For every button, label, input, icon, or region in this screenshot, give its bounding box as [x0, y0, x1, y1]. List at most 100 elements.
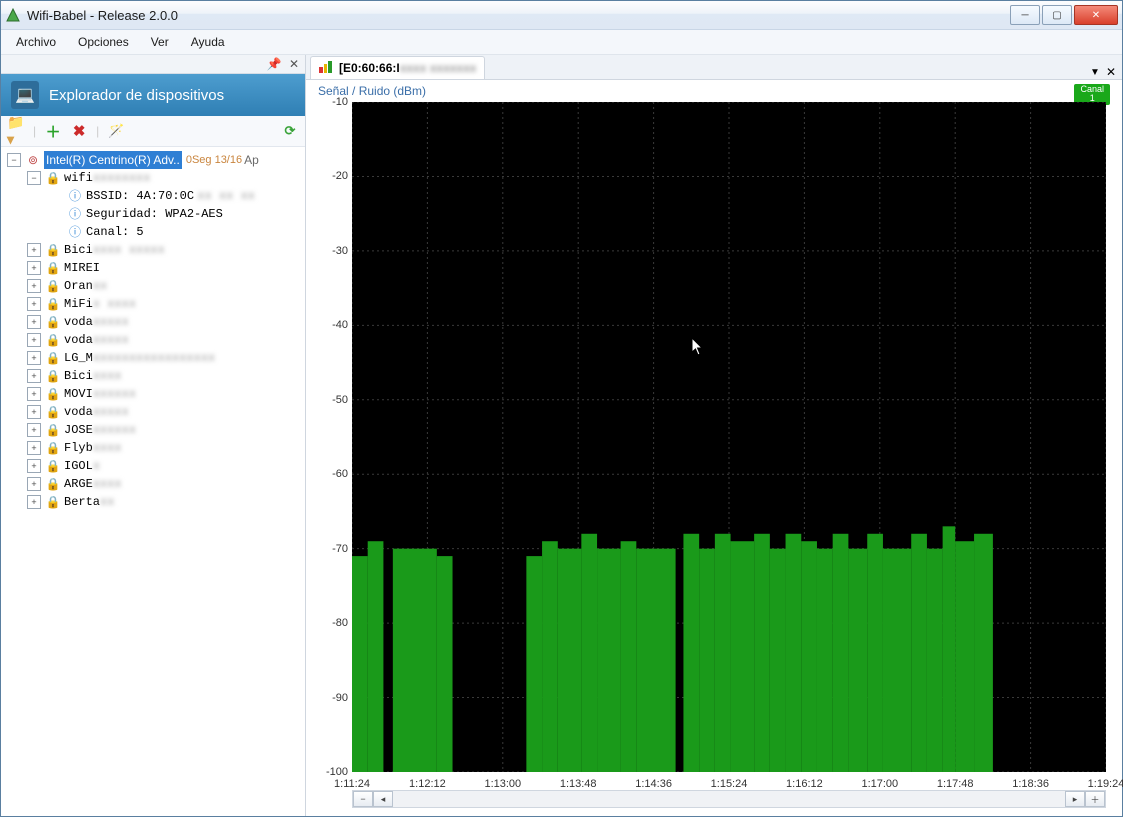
adapter-meta: 0Seg 13/16 — [186, 151, 242, 169]
lock-icon: 🔒 — [45, 170, 61, 186]
menu-opciones[interactable]: Opciones — [69, 31, 138, 53]
scroll-right-button[interactable]: ▸ — [1065, 791, 1085, 807]
tree-network-item[interactable]: +🔒ARGExxxx — [3, 475, 303, 493]
expand-icon[interactable]: + — [27, 297, 41, 311]
x-axis-tick: 1:14:36 — [635, 778, 672, 790]
title-bar[interactable]: Wifi-Babel - Release 2.0.0 ─ ▢ ✕ — [1, 1, 1122, 30]
tree-network-item[interactable]: +🔒Flybxxxx — [3, 439, 303, 457]
tree-network-item[interactable]: +🔒Bicixxxx xxxxx — [3, 241, 303, 259]
pin-icon[interactable]: 📌 — [267, 57, 281, 71]
tree-security[interactable]: ⓘ Seguridad: WPA2-AES — [3, 205, 303, 223]
expand-icon[interactable]: + — [27, 261, 41, 275]
lock-icon: 🔒 — [45, 458, 61, 474]
pane-close-icon[interactable]: ✕ — [287, 57, 301, 71]
bssid-label: BSSID: 4A:70:0C — [86, 187, 194, 205]
chart-tab[interactable]: [E0:60:66:Ixxxx xxxxxxx — [310, 56, 485, 79]
collapse-icon[interactable]: − — [27, 171, 41, 185]
lock-icon: 🔒 — [45, 314, 61, 330]
lock-icon: 🔒 — [45, 260, 61, 276]
expand-icon[interactable]: + — [27, 333, 41, 347]
expand-icon[interactable]: + — [27, 351, 41, 365]
tree-network-item[interactable]: +🔒vodaxxxxx — [3, 403, 303, 421]
info-icon: ⓘ — [67, 188, 83, 204]
expand-icon[interactable]: + — [27, 459, 41, 473]
network-name: voda — [64, 313, 93, 331]
device-explorer-pane: 📌 ✕ 💻 Explorador de dispositivos 📁▾ | ＋ … — [1, 55, 306, 816]
lock-icon: 🔒 — [45, 332, 61, 348]
tab-dropdown-icon[interactable]: ▼ — [1090, 67, 1100, 78]
network-name: Bici — [64, 367, 93, 385]
network-name: LG_M — [64, 349, 93, 367]
y-axis-tick: -10 — [306, 96, 348, 108]
menu-bar: Archivo Opciones Ver Ayuda — [1, 30, 1122, 55]
tree-network-item[interactable]: +🔒vodaxxxxx — [3, 313, 303, 331]
tree-adapter-node[interactable]: − ⊚ Intel(R) Centrino(R) Adv.. 0Seg 13/1… — [3, 151, 303, 169]
chart-scrollbar[interactable]: − ◂ ▸ ＋ — [352, 790, 1106, 808]
network-name: Oran — [64, 277, 93, 295]
lock-icon: 🔒 — [45, 296, 61, 312]
scroll-minus-button[interactable]: − — [353, 791, 373, 807]
expand-icon[interactable]: + — [27, 387, 41, 401]
expand-icon[interactable]: + — [27, 477, 41, 491]
tree-network-item[interactable]: +🔒MOVIxxxxxx — [3, 385, 303, 403]
tree-network-item[interactable]: +🔒LG_Mxxxxxxxxxxxxxxxxx — [3, 349, 303, 367]
close-button[interactable]: ✕ — [1074, 5, 1118, 25]
tree-network-item[interactable]: + 🔒MIREI — [3, 259, 303, 277]
tab-close-icon[interactable]: ✕ — [1106, 65, 1116, 79]
channel-label: Canal: 5 — [86, 223, 144, 241]
network-name: voda — [64, 331, 93, 349]
pane-header: 💻 Explorador de dispositivos — [1, 74, 305, 116]
chart-pane: [E0:60:66:Ixxxx xxxxxxx ▼ ✕ Señal / Ruid… — [306, 55, 1122, 816]
lock-icon: 🔒 — [45, 494, 61, 510]
expand-icon[interactable]: + — [27, 405, 41, 419]
refresh-icon[interactable]: ⟳ — [281, 122, 299, 140]
folder-icon[interactable]: 📁▾ — [7, 122, 25, 140]
tree-channel[interactable]: ⓘ Canal: 5 — [3, 223, 303, 241]
info-icon: ⓘ — [67, 224, 83, 240]
expand-icon[interactable]: + — [27, 495, 41, 509]
tree-network-item[interactable]: +🔒JOSExxxxxx — [3, 421, 303, 439]
minimize-button[interactable]: ─ — [1010, 5, 1040, 25]
delete-button[interactable]: ✖ — [70, 122, 88, 140]
expand-icon[interactable]: + — [27, 423, 41, 437]
tree-bssid[interactable]: ⓘ BSSID: 4A:70:0C xx xx xx — [3, 187, 303, 205]
network-name: Berta — [64, 493, 100, 511]
lock-icon: 🔒 — [45, 440, 61, 456]
y-axis-tick: -90 — [306, 692, 348, 704]
y-axis-tick: -30 — [306, 245, 348, 257]
explorer-icon: 💻 — [11, 81, 39, 109]
y-axis-tick: -60 — [306, 468, 348, 480]
adapter-ap: Ap — [244, 151, 259, 169]
menu-ver[interactable]: Ver — [142, 31, 178, 53]
tree-network-selected[interactable]: − 🔒 wifixxxxxxxx — [3, 169, 303, 187]
tree-network-item[interactable]: +🔒MiFix xxxx — [3, 295, 303, 313]
x-axis-tick: 1:11:24 — [334, 778, 370, 790]
wand-icon[interactable]: 🪄 — [107, 122, 125, 140]
network-name: Flyb — [64, 439, 93, 457]
pane-tab-strip: 📌 ✕ — [1, 55, 305, 74]
tree-network-item[interactable]: +🔒Bicixxxx — [3, 367, 303, 385]
scroll-left-button[interactable]: ◂ — [373, 791, 393, 807]
menu-ayuda[interactable]: Ayuda — [182, 31, 234, 53]
y-axis-tick: -80 — [306, 617, 348, 629]
menu-archivo[interactable]: Archivo — [7, 31, 65, 53]
expand-icon[interactable]: + — [27, 315, 41, 329]
tree-network-item[interactable]: +🔒Bertaxx — [3, 493, 303, 511]
add-button[interactable]: ＋ — [44, 122, 62, 140]
expand-icon[interactable]: + — [27, 243, 41, 257]
maximize-button[interactable]: ▢ — [1042, 5, 1072, 25]
signal-plot[interactable] — [352, 102, 1106, 772]
expand-icon[interactable]: + — [27, 441, 41, 455]
tree-network-item[interactable]: +🔒IGOLx — [3, 457, 303, 475]
expand-icon[interactable]: + — [27, 279, 41, 293]
collapse-icon[interactable]: − — [7, 153, 21, 167]
tree-network-item[interactable]: +🔒vodaxxxxx — [3, 331, 303, 349]
tree-network-item[interactable]: +🔒Oranxx — [3, 277, 303, 295]
expand-icon[interactable]: + — [27, 369, 41, 383]
x-axis-tick: 1:17:00 — [861, 778, 898, 790]
x-axis-tick: 1:12:12 — [409, 778, 446, 790]
network-name: MIREI — [64, 259, 100, 277]
scroll-plus-button[interactable]: ＋ — [1085, 791, 1105, 807]
device-tree[interactable]: − ⊚ Intel(R) Centrino(R) Adv.. 0Seg 13/1… — [1, 147, 305, 816]
network-name: JOSE — [64, 421, 93, 439]
